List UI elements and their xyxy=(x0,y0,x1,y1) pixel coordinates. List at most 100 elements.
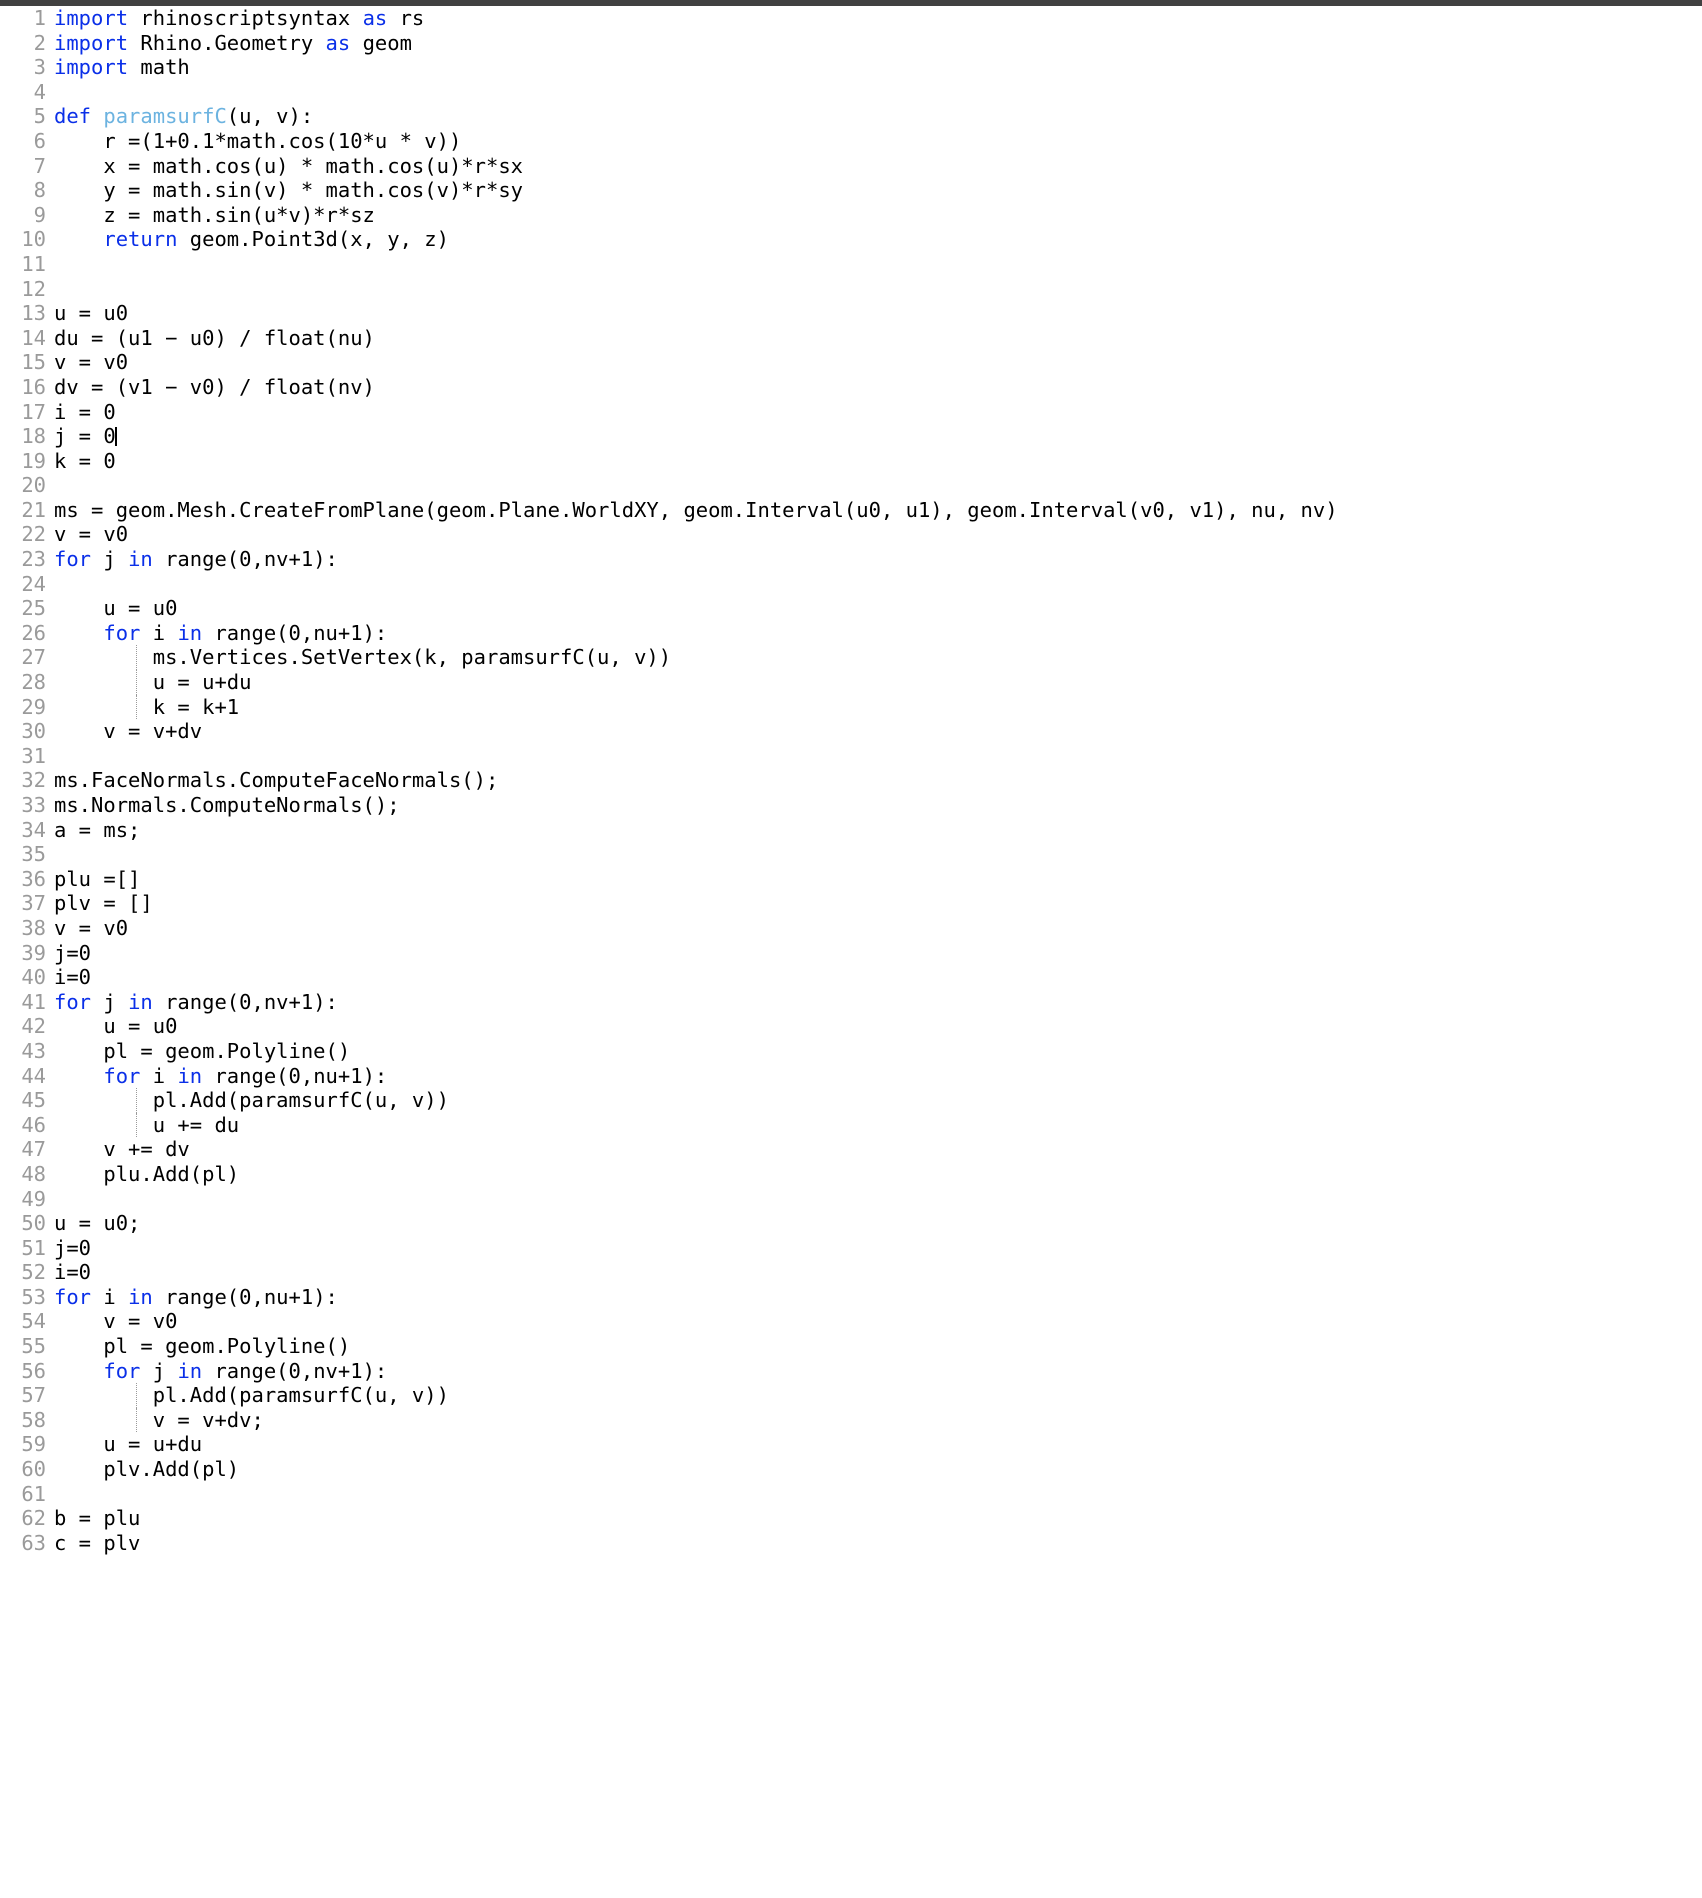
line-text[interactable]: k = 0 xyxy=(46,449,116,474)
code-line[interactable]: 26 for i in range(0,nu+1): xyxy=(0,621,1702,646)
code-line[interactable]: 40 i=0 xyxy=(0,965,1702,990)
line-text[interactable]: import rhinoscriptsyntax as rs xyxy=(46,6,424,31)
line-text[interactable]: v += dv xyxy=(46,1137,189,1162)
code-line[interactable]: 43 pl = geom.Polyline() xyxy=(0,1039,1702,1064)
code-line[interactable]: 42 u = u0 xyxy=(0,1014,1702,1039)
code-line[interactable]: 48 plu.Add(pl) xyxy=(0,1162,1702,1187)
code-line[interactable]: 9 z = math.sin(u*v)*r*sz xyxy=(0,203,1702,228)
line-text[interactable]: for j in range(0,nv+1): xyxy=(46,1359,387,1384)
code-line[interactable]: 11 xyxy=(0,252,1702,277)
line-text[interactable]: ms.Vertices.SetVertex(k, paramsurfC(u, v… xyxy=(46,645,671,670)
code-line[interactable]: 34 a = ms; xyxy=(0,818,1702,843)
code-line[interactable]: 39 j=0 xyxy=(0,941,1702,966)
code-line[interactable]: 51 j=0 xyxy=(0,1236,1702,1261)
line-text[interactable]: for j in range(0,nv+1): xyxy=(46,990,338,1015)
line-text[interactable]: pl = geom.Polyline() xyxy=(46,1334,350,1359)
code-line[interactable]: 21 ms = geom.Mesh.CreateFromPlane(geom.Pl… xyxy=(0,498,1702,523)
code-line[interactable]: 20 xyxy=(0,473,1702,498)
line-text[interactable]: b = plu xyxy=(46,1506,140,1531)
code-line[interactable]: 14 du = (u1 − u0) / float(nu) xyxy=(0,326,1702,351)
line-text[interactable]: v = v0 xyxy=(46,522,128,547)
code-line[interactable]: 12 xyxy=(0,277,1702,302)
code-line[interactable]: 4 xyxy=(0,80,1702,105)
line-text[interactable]: j=0 xyxy=(46,941,91,966)
line-text[interactable]: pl.Add(paramsurfC(u, v)) xyxy=(46,1383,449,1408)
line-text[interactable]: plv.Add(pl) xyxy=(46,1457,239,1482)
code-lines-container[interactable]: 1 import rhinoscriptsyntax as rs 2 import R… xyxy=(0,6,1702,1555)
line-text[interactable]: def paramsurfC(u, v): xyxy=(46,104,313,129)
code-line[interactable]: 6 r =(1+0.1*math.cos(10*u * v)) xyxy=(0,129,1702,154)
code-line[interactable]: 54 v = v0 xyxy=(0,1309,1702,1334)
line-text[interactable]: plu =[] xyxy=(46,867,140,892)
line-text[interactable]: i = 0 xyxy=(46,400,116,425)
code-line[interactable]: 17 i = 0 xyxy=(0,400,1702,425)
line-text[interactable]: v = v0 xyxy=(46,350,128,375)
code-line[interactable]: 16 dv = (v1 − v0) / float(nv) xyxy=(0,375,1702,400)
line-text[interactable]: k = k+1 xyxy=(46,695,239,720)
line-text[interactable]: a = ms; xyxy=(46,818,140,843)
line-text[interactable]: for i in range(0,nu+1): xyxy=(46,1064,387,1089)
code-line[interactable]: 59 u = u+du xyxy=(0,1432,1702,1457)
code-line[interactable]: 27 ms.Vertices.SetVertex(k, paramsurfC(u… xyxy=(0,645,1702,671)
code-line[interactable]: 46 u += du xyxy=(0,1112,1702,1138)
code-line[interactable]: 33 ms.Normals.ComputeNormals(); xyxy=(0,793,1702,818)
code-line[interactable]: 58 v = v+dv; xyxy=(0,1407,1702,1433)
line-text[interactable]: z = math.sin(u*v)*r*sz xyxy=(46,203,375,228)
code-line[interactable]: 53 for i in range(0,nu+1): xyxy=(0,1285,1702,1310)
line-text[interactable]: u += du xyxy=(46,1113,239,1138)
code-line[interactable]: 28 u = u+du xyxy=(0,670,1702,695)
line-text[interactable]: j = 0 xyxy=(46,424,117,449)
line-text[interactable]: i=0 xyxy=(46,965,91,990)
line-text[interactable]: v = v0 xyxy=(46,916,128,941)
line-text[interactable]: r =(1+0.1*math.cos(10*u * v)) xyxy=(46,129,461,154)
line-text[interactable]: for i in range(0,nu+1): xyxy=(46,1285,338,1310)
line-text[interactable]: pl = geom.Polyline() xyxy=(46,1039,350,1064)
code-line[interactable]: 37 plv = [] xyxy=(0,891,1702,916)
code-line[interactable]: 13 u = u0 xyxy=(0,301,1702,326)
code-line[interactable]: 57 pl.Add(paramsurfC(u, v)) xyxy=(0,1383,1702,1408)
line-text[interactable]: ms.Normals.ComputeNormals(); xyxy=(46,793,400,818)
code-line[interactable]: 61 xyxy=(0,1482,1702,1507)
line-text[interactable]: u = u+du xyxy=(46,670,252,695)
line-text[interactable]: u = u0 xyxy=(46,596,177,621)
line-text[interactable]: u = u+du xyxy=(46,1432,202,1457)
line-text[interactable]: u = u0 xyxy=(46,301,128,326)
code-line[interactable]: 24 xyxy=(0,572,1702,597)
line-text[interactable]: y = math.sin(v) * math.cos(v)*r*sy xyxy=(46,178,523,203)
code-editor-pane[interactable]: 1 import rhinoscriptsyntax as rs 2 import R… xyxy=(0,6,1702,1898)
code-line[interactable]: 18 j = 0 xyxy=(0,424,1702,449)
line-text[interactable]: c = plv xyxy=(46,1531,140,1556)
code-line[interactable]: 15 v = v0 xyxy=(0,350,1702,375)
code-line[interactable]: 22 v = v0 xyxy=(0,522,1702,547)
code-line[interactable]: 50 u = u0; xyxy=(0,1211,1702,1236)
line-text[interactable]: v = v+dv; xyxy=(46,1408,264,1433)
line-text[interactable]: import math xyxy=(46,55,190,80)
line-text[interactable]: return geom.Point3d(x, y, z) xyxy=(46,227,449,252)
line-text[interactable]: plu.Add(pl) xyxy=(46,1162,239,1187)
code-line[interactable]: 55 pl = geom.Polyline() xyxy=(0,1334,1702,1359)
line-text[interactable]: x = math.cos(u) * math.cos(u)*r*sx xyxy=(46,154,523,179)
code-line[interactable]: 7 x = math.cos(u) * math.cos(u)*r*sx xyxy=(0,154,1702,179)
code-line[interactable]: 2 import Rhino.Geometry as geom xyxy=(0,31,1702,56)
code-line[interactable]: 60 plv.Add(pl) xyxy=(0,1457,1702,1482)
code-line[interactable]: 62 b = plu xyxy=(0,1506,1702,1531)
code-line[interactable]: 29 k = k+1 xyxy=(0,694,1702,720)
code-line[interactable]: 63 c = plv xyxy=(0,1531,1702,1556)
code-line[interactable]: 36 plu =[] xyxy=(0,867,1702,892)
code-line[interactable]: 10 return geom.Point3d(x, y, z) xyxy=(0,227,1702,252)
line-text[interactable]: ms.FaceNormals.ComputeFaceNormals(); xyxy=(46,768,498,793)
line-text[interactable]: pl.Add(paramsurfC(u, v)) xyxy=(46,1088,449,1113)
line-text[interactable]: i=0 xyxy=(46,1260,91,1285)
line-text[interactable]: plv = [] xyxy=(46,891,153,916)
code-line[interactable]: 49 xyxy=(0,1187,1702,1212)
line-text[interactable]: dv = (v1 − v0) / float(nv) xyxy=(46,375,375,400)
code-line[interactable]: 35 xyxy=(0,842,1702,867)
code-line[interactable]: 32 ms.FaceNormals.ComputeFaceNormals(); xyxy=(0,768,1702,793)
line-text[interactable]: ms = geom.Mesh.CreateFromPlane(geom.Plan… xyxy=(46,498,1338,523)
code-line[interactable]: 31 xyxy=(0,744,1702,769)
code-line[interactable]: 47 v += dv xyxy=(0,1137,1702,1162)
line-text[interactable]: for j in range(0,nv+1): xyxy=(46,547,338,572)
code-line[interactable]: 30 v = v+dv xyxy=(0,719,1702,744)
line-text[interactable]: v = v0 xyxy=(46,1309,177,1334)
code-line[interactable]: 5 def paramsurfC(u, v): xyxy=(0,104,1702,129)
